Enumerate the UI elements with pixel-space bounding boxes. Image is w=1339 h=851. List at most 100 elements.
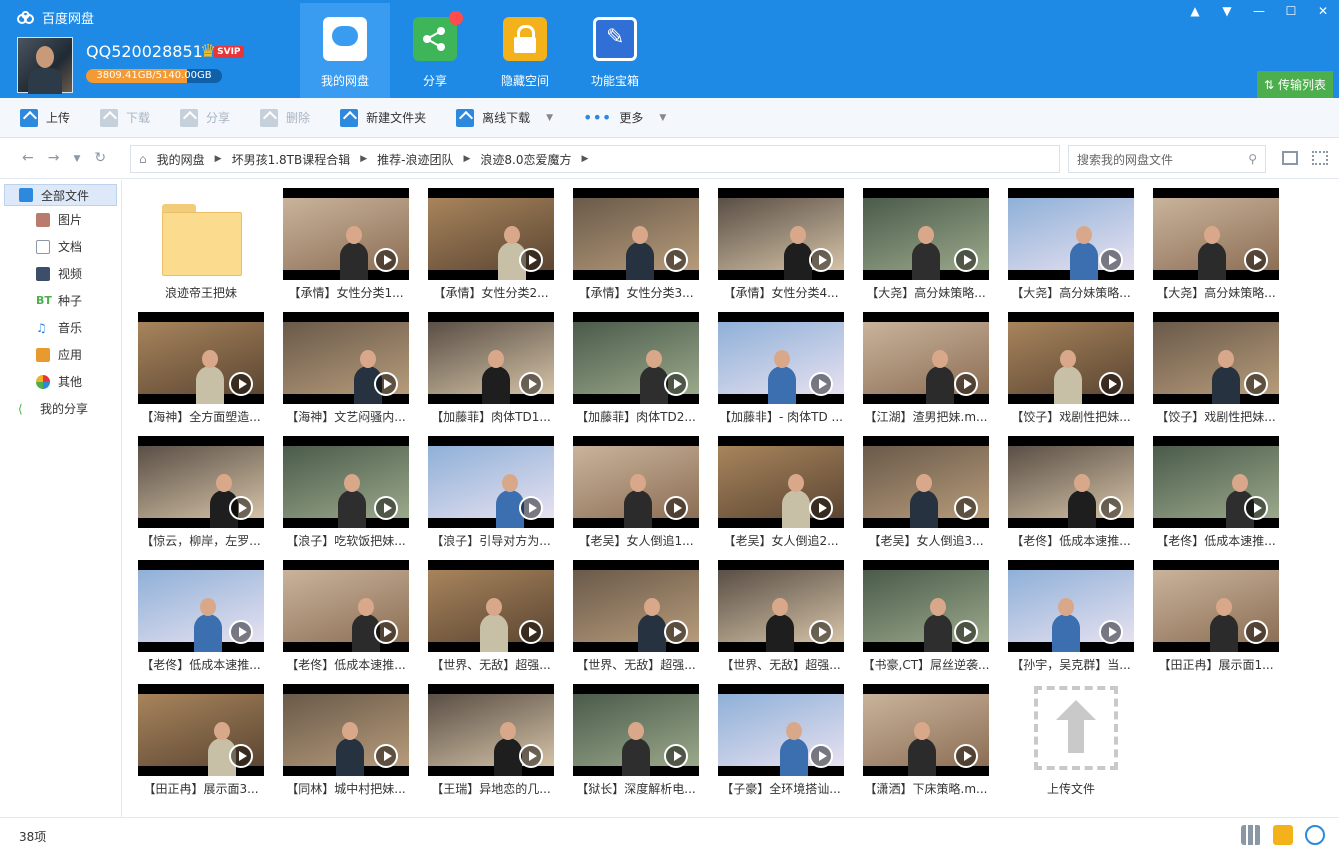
video-file-item[interactable]: 【惊云，柳岸，左罗... [138,436,264,551]
breadcrumb-item[interactable]: 推荐-浪迹团队 [377,151,453,168]
video-file-item[interactable]: 【承情】女性分类1... [283,188,409,303]
play-icon[interactable] [1244,248,1268,272]
video-file-item[interactable]: 【大尧】高分妹策略... [863,188,989,303]
video-file-item[interactable]: 【狱长】深度解析电... [573,684,699,799]
play-icon[interactable] [664,248,688,272]
share-button[interactable]: 分享 [180,108,230,127]
play-icon[interactable] [809,620,833,644]
play-icon[interactable] [229,620,253,644]
sidebar-item-other[interactable]: 其他 [0,368,121,395]
play-icon[interactable] [1099,372,1123,396]
video-file-item[interactable]: 【世界、无敌】超强... [573,560,699,675]
menu-dropdown-icon[interactable]: ▼ [1211,0,1243,22]
sidebar-item-images[interactable]: 图片 [0,206,121,233]
grid-view-icon[interactable] [1312,151,1328,165]
video-file-item[interactable]: 【加藤菲】肉体TD2... [573,312,699,427]
play-icon[interactable] [954,248,978,272]
play-icon[interactable] [664,372,688,396]
video-file-item[interactable]: 【饺子】戏剧性把妹... [1008,312,1134,427]
video-file-item[interactable]: 【海神】文艺闷骚内... [283,312,409,427]
vip-badge[interactable]: ♛ SVIP [200,43,244,61]
grid-apps-icon[interactable] [1241,825,1261,845]
video-file-item[interactable]: 【田正冉】展示面3... [138,684,264,799]
video-file-item[interactable]: 【大尧】高分妹策略... [1008,188,1134,303]
notification-bell-icon[interactable]: ▲ [1179,0,1211,22]
video-file-item[interactable]: 【潇洒】下床策略.m... [863,684,989,799]
back-arrow-icon[interactable]: ← [22,150,34,168]
play-icon[interactable] [374,248,398,272]
play-icon[interactable] [1099,248,1123,272]
play-icon[interactable] [374,620,398,644]
sidebar-item-all-files[interactable]: 全部文件 [4,184,117,206]
play-icon[interactable] [374,372,398,396]
play-icon[interactable] [809,496,833,520]
video-file-item[interactable]: 【书豪,CT】屌丝逆袭... [863,560,989,675]
video-file-item[interactable]: 【老佟】低成本速推... [138,560,264,675]
video-file-item[interactable]: 【江湖】渣男把妹.m... [863,312,989,427]
minimize-icon[interactable]: — [1243,0,1275,22]
video-file-item[interactable]: 【承情】女性分类3... [573,188,699,303]
video-file-item[interactable]: 【孙宇，吴克群】当... [1008,560,1134,675]
list-view-icon[interactable] [1282,151,1298,165]
avatar[interactable] [17,37,73,94]
transfer-list-button[interactable]: ⇅ 传输列表 [1257,71,1333,98]
play-icon[interactable] [1099,496,1123,520]
video-file-item[interactable]: 【老吴】女人倒追3... [863,436,989,551]
play-icon[interactable] [374,496,398,520]
play-icon[interactable] [954,620,978,644]
close-icon[interactable]: ✕ [1307,0,1339,22]
video-file-item[interactable]: 【田正冉】展示面1... [1153,560,1279,675]
sidebar-item-my-share[interactable]: ⟨ 我的分享 [0,395,121,422]
video-file-item[interactable]: 【世界、无敌】超强... [428,560,554,675]
play-icon[interactable] [519,248,543,272]
breadcrumb-item[interactable]: 我的网盘 [157,151,205,168]
video-file-item[interactable]: 【老佟】低成本速推... [283,560,409,675]
video-file-item[interactable]: 【饺子】戏剧性把妹... [1153,312,1279,427]
video-file-item[interactable]: 【老佟】低成本速推... [1153,436,1279,551]
play-icon[interactable] [229,372,253,396]
video-file-item[interactable]: 【老佟】低成本速推... [1008,436,1134,551]
play-icon[interactable] [519,496,543,520]
play-icon[interactable] [229,496,253,520]
history-dropdown-icon[interactable]: ▼ [73,150,80,168]
offline-download-button[interactable]: 离线下载 ▼ [456,108,553,127]
play-icon[interactable] [229,744,253,768]
search-input[interactable]: 搜索我的网盘文件 ⚲ [1068,145,1266,173]
sidebar-item-documents[interactable]: 文档 [0,233,121,260]
security-lock-icon[interactable] [1305,825,1325,845]
breadcrumb-item[interactable]: 浪迹8.0恋爱魔方 [480,151,571,168]
folder-item[interactable]: 浪迹帝王把妹 [138,188,264,303]
play-icon[interactable] [519,620,543,644]
video-file-item[interactable]: 【加藤菲】肉体TD1... [428,312,554,427]
video-file-item[interactable]: 【加藤非】- 肉体TD ... [718,312,844,427]
sidebar-item-videos[interactable]: 视频 [0,260,121,287]
video-file-item[interactable]: 【浪子】引导对方为... [428,436,554,551]
video-file-item[interactable]: 【海神】全方面塑造... [138,312,264,427]
play-icon[interactable] [809,248,833,272]
video-file-item[interactable]: 【老吴】女人倒追1... [573,436,699,551]
play-icon[interactable] [519,744,543,768]
username[interactable]: QQ520028851 [86,42,203,61]
play-icon[interactable] [664,496,688,520]
video-file-item[interactable]: 【同林】城中村把妹... [283,684,409,799]
play-icon[interactable] [664,744,688,768]
play-icon[interactable] [954,496,978,520]
video-file-item[interactable]: 【老吴】女人倒追2... [718,436,844,551]
play-icon[interactable] [1244,372,1268,396]
video-file-item[interactable]: 【世界、无敌】超强... [718,560,844,675]
new-folder-button[interactable]: 新建文件夹 [340,108,426,127]
video-file-item[interactable]: 【大尧】高分妹策略... [1153,188,1279,303]
delete-button[interactable]: 删除 [260,108,310,127]
play-icon[interactable] [809,372,833,396]
nav-share[interactable]: 分享 [390,3,480,98]
video-file-item[interactable]: 【子豪】全环境搭讪... [718,684,844,799]
video-file-item[interactable]: 【承情】女性分类4... [718,188,844,303]
nav-toolbox[interactable]: 功能宝箱 [570,3,660,98]
play-icon[interactable] [954,744,978,768]
upload-button[interactable]: 上传 [20,108,70,127]
play-icon[interactable] [809,744,833,768]
sidebar-item-music[interactable]: ♫ 音乐 [0,314,121,341]
maximize-icon[interactable]: ☐ [1275,0,1307,22]
video-file-item[interactable]: 【浪子】吃软饭把妹... [283,436,409,551]
more-button[interactable]: ••• 更多 ▼ [583,108,666,127]
